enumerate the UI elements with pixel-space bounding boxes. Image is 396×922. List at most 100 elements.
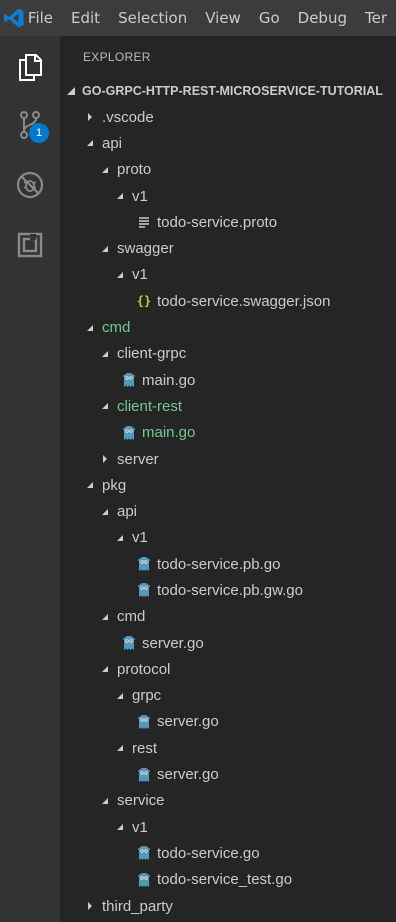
tree-folder[interactable]: cmd — [60, 314, 396, 340]
tree-item-label: v1 — [132, 266, 148, 284]
tree-folder[interactable]: api — [60, 130, 396, 156]
tree-file[interactable]: todo-service.pb.go — [60, 551, 396, 577]
tree-folder[interactable]: .vscode — [60, 104, 396, 130]
chevron-down-icon — [112, 267, 128, 283]
workspace-section-header[interactable]: GO-GRPC-HTTP-REST-MICROSERVICE-TUTORIAL — [60, 78, 396, 104]
tree-item-label: client-rest — [117, 397, 183, 415]
tree-file[interactable]: server.go — [60, 630, 396, 656]
chevron-down-icon — [97, 241, 113, 257]
chevron-down-icon — [112, 740, 128, 756]
chevron-right-icon — [82, 898, 98, 914]
tree-folder[interactable]: cmd — [60, 604, 396, 630]
menu-debug[interactable]: Debug — [289, 0, 356, 36]
chevron-down-icon — [82, 135, 98, 151]
tree-item-label: main.go — [142, 371, 196, 389]
vscode-logo-icon — [0, 0, 28, 36]
chevron-down-icon — [82, 477, 98, 493]
chevron-down-icon — [97, 609, 113, 625]
tree-file[interactable]: todo-service_test.go — [60, 867, 396, 893]
tree-item-label: cmd — [102, 319, 131, 337]
tree-item-label: main.go — [142, 424, 196, 442]
chevron-down-icon — [60, 86, 82, 96]
chevron-right-icon — [82, 109, 98, 125]
tree-folder[interactable]: protocol — [60, 656, 396, 682]
tree-folder[interactable]: v1 — [60, 525, 396, 551]
menu-bar: File Edit Selection View Go Debug Ter — [28, 0, 396, 36]
chevron-right-icon — [97, 451, 113, 467]
go-icon — [136, 872, 152, 888]
tree-file[interactable]: todo-service.pb.gw.go — [60, 577, 396, 603]
tree-item-label: todo-service_test.go — [157, 871, 293, 889]
tree-file[interactable]: main.go — [60, 420, 396, 446]
tree-item-label: server.go — [157, 766, 219, 784]
chevron-down-icon — [97, 504, 113, 520]
menu-go[interactable]: Go — [250, 0, 289, 36]
tree-folder[interactable]: server — [60, 446, 396, 472]
tree-item-label: v1 — [132, 529, 148, 547]
chevron-down-icon — [112, 688, 128, 704]
tree-item-label: protocol — [117, 660, 171, 678]
tree-item-label: api — [102, 134, 123, 152]
source-control-icon[interactable]: 1 — [0, 96, 60, 154]
tree-folder[interactable]: v1 — [60, 814, 396, 840]
tree-folder[interactable]: swagger — [60, 235, 396, 261]
menu-selection[interactable]: Selection — [109, 0, 196, 36]
chevron-down-icon — [97, 793, 113, 809]
tree-folder[interactable]: pkg — [60, 472, 396, 498]
activity-bar: 1 — [0, 36, 60, 922]
lines-icon — [136, 214, 152, 230]
explorer-panel: EXPLORER GO-GRPC-HTTP-REST-MICROSERVICE-… — [60, 36, 396, 922]
file-tree: .vscode api proto v1 todo-service.proto swagg… — [60, 104, 396, 919]
tree-item-label: v1 — [132, 818, 148, 836]
tree-item-label: api — [117, 503, 138, 521]
chevron-down-icon — [97, 661, 113, 677]
go-icon — [136, 767, 152, 783]
tree-item-label: cmd — [117, 608, 146, 626]
menu-view[interactable]: View — [196, 0, 250, 36]
svg-text:{}: {} — [137, 294, 151, 308]
menu-file[interactable]: File — [28, 0, 62, 36]
explorer-title: EXPLORER — [83, 50, 151, 64]
tree-file[interactable]: {} todo-service.swagger.json — [60, 288, 396, 314]
tree-folder[interactable]: service — [60, 788, 396, 814]
tree-folder[interactable]: v1 — [60, 183, 396, 209]
tree-item-label: server.go — [157, 713, 219, 731]
tree-folder[interactable]: api — [60, 498, 396, 524]
go-icon — [136, 582, 152, 598]
menu-ter[interactable]: Ter — [356, 0, 396, 36]
tree-item-label: .vscode — [102, 108, 154, 126]
title-bar: File Edit Selection View Go Debug Ter — [0, 0, 396, 36]
tree-folder[interactable]: third_party — [60, 893, 396, 919]
menu-edit[interactable]: Edit — [62, 0, 109, 36]
go-icon — [136, 556, 152, 572]
tree-folder[interactable]: rest — [60, 735, 396, 761]
tree-item-label: server.go — [142, 634, 204, 652]
source-control-badge: 1 — [29, 123, 49, 143]
tree-folder[interactable]: client-grpc — [60, 341, 396, 367]
chevron-down-icon — [97, 162, 113, 178]
json-icon: {} — [136, 293, 152, 309]
go-icon — [121, 372, 137, 388]
tree-file[interactable]: todo-service.proto — [60, 209, 396, 235]
tree-item-label: grpc — [132, 687, 162, 705]
tree-folder[interactable]: client-rest — [60, 393, 396, 419]
tree-file[interactable]: server.go — [60, 761, 396, 787]
tree-item-label: v1 — [132, 187, 148, 205]
chevron-down-icon — [82, 320, 98, 336]
tree-item-label: client-grpc — [117, 345, 187, 363]
debug-icon[interactable] — [0, 156, 60, 214]
chevron-down-icon — [97, 398, 113, 414]
explorer-icon[interactable] — [0, 38, 60, 96]
tree-folder[interactable]: proto — [60, 157, 396, 183]
tree-file[interactable]: main.go — [60, 367, 396, 393]
tree-file[interactable]: todo-service.go — [60, 840, 396, 866]
tree-item-label: todo-service.pb.go — [157, 555, 281, 573]
tree-file[interactable]: server.go — [60, 709, 396, 735]
extensions-icon[interactable] — [0, 216, 60, 274]
tree-item-label: proto — [117, 161, 152, 179]
chevron-down-icon — [112, 819, 128, 835]
tree-folder[interactable]: v1 — [60, 262, 396, 288]
tree-folder[interactable]: grpc — [60, 683, 396, 709]
tree-item-label: rest — [132, 739, 158, 757]
tree-item-label: service — [117, 792, 165, 810]
